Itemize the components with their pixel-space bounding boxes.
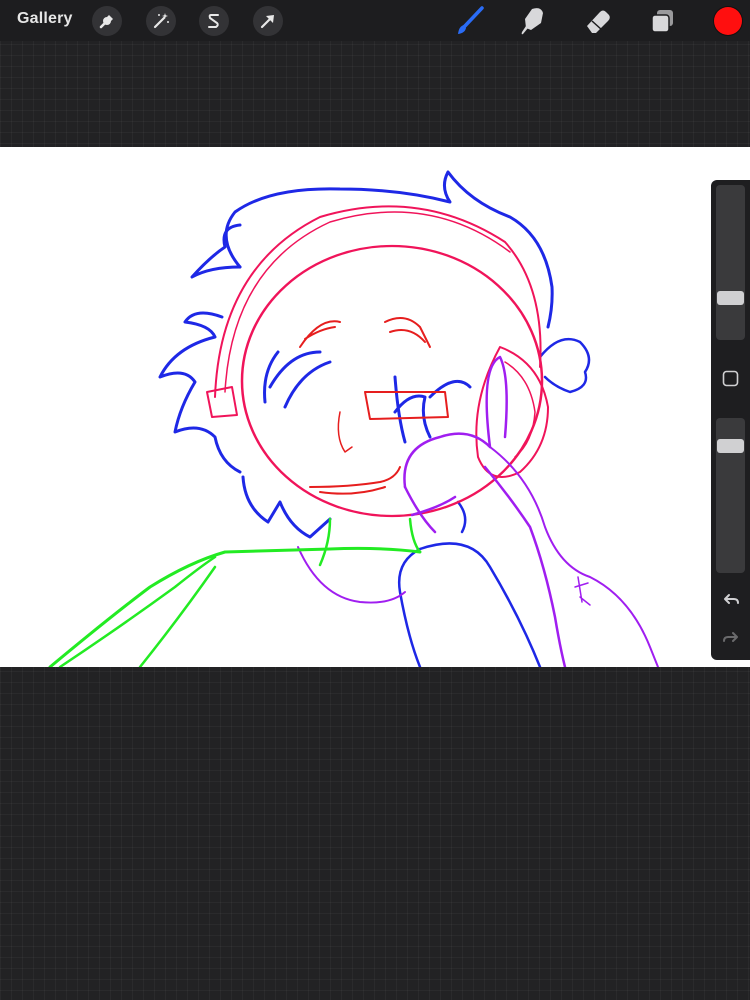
wrench-icon <box>99 15 113 29</box>
brush-size-slider[interactable] <box>716 185 745 340</box>
selection-button[interactable] <box>199 6 229 36</box>
arrow-cursor-icon <box>260 15 274 29</box>
modify-button[interactable] <box>722 370 739 387</box>
eraser-icon <box>587 10 610 33</box>
brush-icon <box>458 6 484 34</box>
redo-button[interactable] <box>719 625 743 649</box>
layers-button[interactable] <box>645 4 679 38</box>
top-toolbar: Gallery <box>0 0 750 41</box>
undo-icon <box>724 594 739 604</box>
drawing-canvas[interactable] <box>0 147 750 667</box>
gallery-button[interactable]: Gallery <box>17 10 73 28</box>
sidebar <box>711 180 750 660</box>
square-modify-icon <box>722 370 739 387</box>
smudge-button[interactable] <box>516 4 550 38</box>
layers-icon <box>651 10 673 33</box>
artwork-sketch <box>48 170 659 667</box>
undo-button[interactable] <box>719 587 743 611</box>
adjustments-button[interactable] <box>146 6 176 36</box>
redo-icon <box>723 632 738 642</box>
eraser-button[interactable] <box>581 4 615 38</box>
smudge-finger-icon <box>521 8 543 35</box>
brush-size-thumb[interactable] <box>717 291 744 305</box>
actions-button[interactable] <box>92 6 122 36</box>
brush-button[interactable] <box>453 4 487 38</box>
opacity-slider[interactable] <box>716 418 745 573</box>
transform-button[interactable] <box>253 6 283 36</box>
selection-s-icon <box>208 14 219 28</box>
opacity-thumb[interactable] <box>717 439 744 453</box>
color-picker-button[interactable] <box>714 7 742 35</box>
magic-wand-icon <box>153 13 169 29</box>
